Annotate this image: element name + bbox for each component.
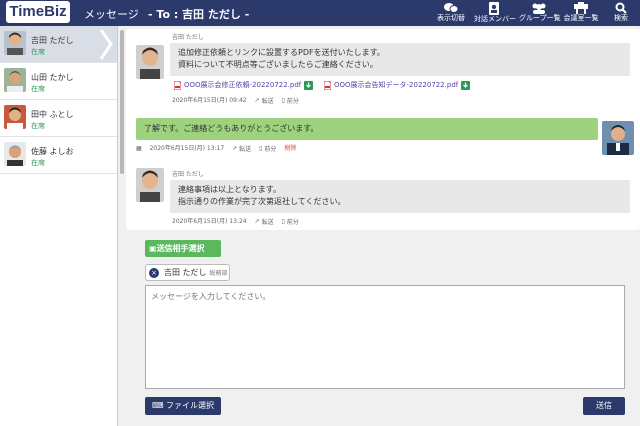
timebiz-logo[interactable]: TimeBiz [6, 1, 70, 23]
timestamp: 2020年6月15日(月) 13:24 [172, 218, 247, 225]
member-card-icon [489, 2, 499, 15]
message-thread: 吉田 ただし 追加修正依頼とリンクに設置するPDFを送付いたします。 資料につい… [126, 29, 640, 230]
page-title: メッセージ [84, 8, 139, 21]
forward-action[interactable]: ↗ 転送 [232, 144, 251, 153]
calendar-icon: ▦ [136, 145, 142, 152]
attachment-link[interactable]: OOO展示会修正依頼-20220722.pdf [174, 80, 314, 90]
message-bubble: 追加修正依頼とリンクに設置するPDFを送付いたします。 資料について不明点等ござ… [170, 43, 630, 76]
user-select-icon: ▣ [149, 244, 157, 253]
contact-item-yamada[interactable]: 山田 たかし 在席 [0, 63, 117, 100]
contact-item-sato[interactable]: 佐藤 よしお 在席 [0, 137, 117, 174]
message-bubble: 連絡事項は以上となります。 指示通りの作業が完了次第返社してください。 [170, 180, 630, 213]
delete-action[interactable]: 削除 [284, 143, 296, 152]
view-toggle-button[interactable]: 表示切替 [436, 2, 466, 26]
avatar [136, 45, 164, 79]
message-input[interactable] [145, 285, 625, 389]
contact-item-yoshida[interactable]: 吉田 ただし 在席 [0, 26, 117, 63]
timestamp: 2020年6月15日(月) 09:42 [172, 97, 247, 104]
bookmark-action[interactable]: ▯ 前分 [259, 144, 276, 153]
bookmark-action[interactable]: ▯ 前分 [282, 217, 299, 226]
contact-list-scrollbar[interactable] [120, 30, 124, 174]
remove-recipient-icon[interactable]: × [149, 268, 159, 278]
chevron-right-icon [99, 29, 113, 60]
contact-name: 山田 たかし [31, 73, 74, 82]
avatar [602, 121, 634, 155]
attachment-link[interactable]: OOO展示会告知データ-20220722.pdf [324, 80, 471, 90]
message-meta: 2020年6月15日(月) 09:42 ↗ 転送 ▯ 前分 [172, 95, 305, 105]
status-badge: 在席 [31, 159, 45, 167]
message-bubble-own: 了解です。ご連絡どうもありがとうございます。 [136, 118, 598, 140]
download-icon[interactable] [461, 80, 471, 90]
avatar [4, 68, 26, 92]
meeting-room-list-button[interactable]: 会議室一覧 [562, 2, 600, 26]
avatar [4, 105, 26, 129]
message-meta: 2020年6月15日(月) 13:24 ↗ 転送 ▯ 前分 [172, 216, 305, 226]
select-recipient-button[interactable]: ▣送信相手選択 [145, 240, 221, 257]
contact-list: 吉田 ただし 在席 山田 たかし 在席 田中 ふとし 在席 佐藤 よしお 在席 [0, 26, 118, 426]
contact-name: 佐藤 よしお [31, 147, 74, 156]
pdf-icon [174, 80, 181, 90]
meeting-room-icon [574, 2, 588, 14]
sender-name: 吉田 ただし [172, 34, 204, 41]
timestamp: 2020年6月15日(月) 13:17 [149, 145, 225, 152]
search-icon [615, 2, 627, 14]
app-header: TimeBiz メッセージ - To : 吉田 ただし - 表示切替 対話メンバ… [0, 0, 640, 26]
status-badge: 在席 [31, 85, 45, 93]
sender-name: 吉田 ただし [172, 171, 204, 178]
download-icon[interactable] [304, 80, 314, 90]
forward-action[interactable]: ↗ 転送 [255, 217, 274, 226]
status-badge: 在席 [31, 122, 45, 130]
dialog-members-button[interactable]: 対話メンバー [474, 2, 516, 26]
status-badge: 在席 [31, 48, 45, 56]
keyboard-icon: ⌨ [151, 401, 164, 410]
speech-bubbles-icon [444, 3, 458, 13]
send-button[interactable]: 送信 [583, 397, 625, 415]
contact-name: 田中 ふとし [31, 110, 74, 119]
recipient-chip: × 吉田 ただし 総務部 [145, 264, 230, 281]
bookmark-action[interactable]: ▯ 前分 [282, 96, 299, 105]
avatar [4, 31, 26, 55]
contact-item-tanaka[interactable]: 田中 ふとし 在席 [0, 100, 117, 137]
group-icon [532, 3, 546, 14]
message-meta: ▦ 2020年6月15日(月) 13:17 ↗ 転送 ▯ 前分 削除 [136, 143, 302, 153]
pdf-icon [324, 80, 331, 90]
contact-name: 吉田 ただし [31, 36, 74, 45]
file-select-button[interactable]: ⌨ ファイル選択 [145, 397, 221, 415]
avatar [136, 168, 164, 202]
avatar [4, 142, 26, 166]
group-list-button[interactable]: グループ一覧 [519, 2, 561, 26]
search-button[interactable]: 検索 [608, 2, 634, 26]
forward-action[interactable]: ↗ 転送 [255, 96, 274, 105]
conversation-recipient-title: - To : 吉田 ただし - [148, 8, 250, 21]
